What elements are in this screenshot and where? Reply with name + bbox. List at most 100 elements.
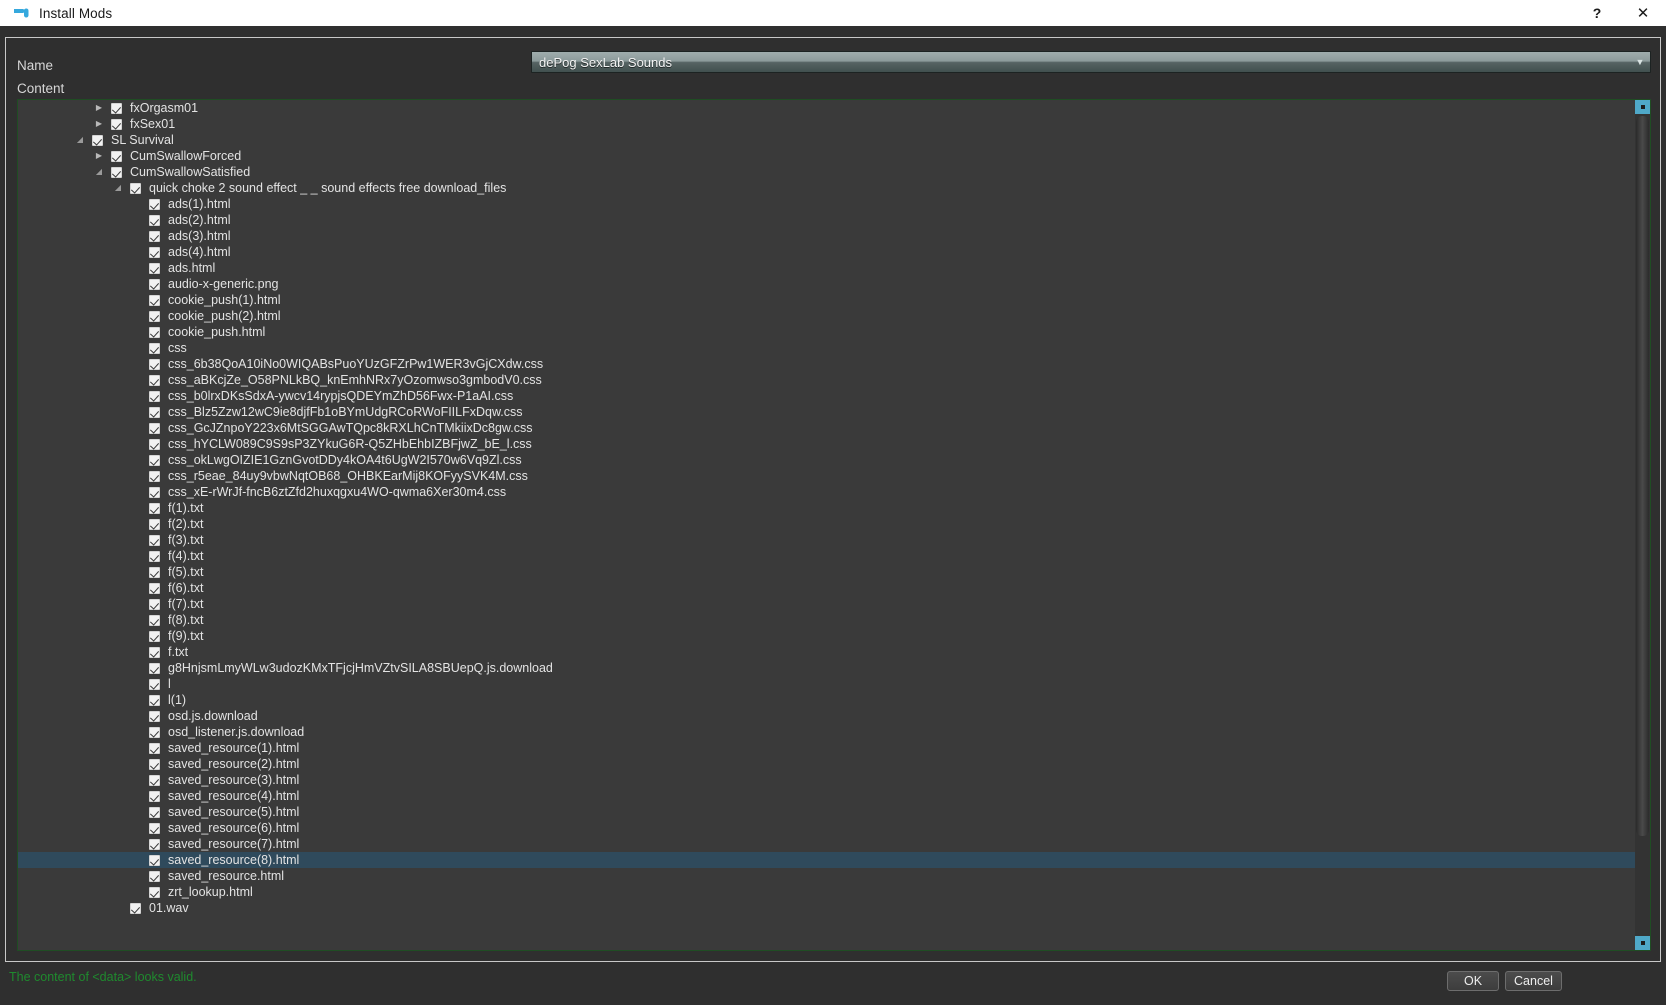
- tree-row[interactable]: cookie_push.html: [18, 324, 1637, 340]
- tree-row-checkbox[interactable]: [149, 758, 160, 770]
- name-combobox[interactable]: dePog SexLab Sounds ▼: [531, 51, 1651, 73]
- tree-row-checkbox[interactable]: [149, 374, 160, 386]
- tree-row-checkbox[interactable]: [149, 230, 160, 242]
- tree-row-checkbox[interactable]: [149, 278, 160, 290]
- tree-row-checkbox[interactable]: [149, 742, 160, 754]
- tree-row-checkbox[interactable]: [149, 438, 160, 450]
- expand-arrow-closed-icon[interactable]: ▶: [93, 116, 105, 132]
- tree-row[interactable]: ◢ CumSwallowSatisfied: [18, 164, 1637, 180]
- tree-row-checkbox[interactable]: [149, 534, 160, 546]
- tree-row-checkbox[interactable]: [149, 694, 160, 706]
- tree-row-checkbox[interactable]: [149, 710, 160, 722]
- tree-row-checkbox[interactable]: [149, 406, 160, 418]
- tree-row[interactable]: f(6).txt: [18, 580, 1637, 596]
- tree-row[interactable]: f(1).txt: [18, 500, 1637, 516]
- tree-row[interactable]: ▶ CumSwallowForced: [18, 148, 1637, 164]
- tree-row[interactable]: ads(3).html: [18, 228, 1637, 244]
- tree-row[interactable]: ads.html: [18, 260, 1637, 276]
- close-button[interactable]: ✕: [1620, 0, 1666, 26]
- tree-row-checkbox[interactable]: [149, 822, 160, 834]
- tree-row[interactable]: f(4).txt: [18, 548, 1637, 564]
- tree-row-checkbox[interactable]: [149, 790, 160, 802]
- tree-row-checkbox[interactable]: [149, 294, 160, 306]
- tree-row-checkbox[interactable]: [149, 518, 160, 530]
- tree-row[interactable]: saved_resource.html: [18, 868, 1637, 884]
- ok-button[interactable]: OK: [1447, 971, 1499, 991]
- tree-row-checkbox[interactable]: [149, 630, 160, 642]
- tree-row[interactable]: ads(1).html: [18, 196, 1637, 212]
- tree-row-checkbox[interactable]: [149, 326, 160, 338]
- tree-row-checkbox[interactable]: [111, 166, 122, 178]
- tree-row-checkbox[interactable]: [149, 502, 160, 514]
- expand-arrow-closed-icon[interactable]: ▶: [93, 148, 105, 164]
- tree-row[interactable]: cookie_push(1).html: [18, 292, 1637, 308]
- tree-row-checkbox[interactable]: [149, 310, 160, 322]
- tree-row[interactable]: css_GcJZnpoY223x6MtSGGAwTQpc8kRXLhCnTMki…: [18, 420, 1637, 436]
- tree-row[interactable]: osd.js.download: [18, 708, 1637, 724]
- expand-arrow-open-icon[interactable]: ◢: [112, 180, 124, 196]
- tree-row-checkbox[interactable]: [92, 134, 103, 146]
- tree-row[interactable]: ads(2).html: [18, 212, 1637, 228]
- tree-row-checkbox[interactable]: [149, 246, 160, 258]
- tree-row[interactable]: saved_resource(3).html: [18, 772, 1637, 788]
- tree-row-checkbox[interactable]: [149, 870, 160, 882]
- scroll-up-button[interactable]: [1635, 100, 1650, 114]
- tree-row[interactable]: f(8).txt: [18, 612, 1637, 628]
- tree-row[interactable]: f(7).txt: [18, 596, 1637, 612]
- tree-row-checkbox[interactable]: [149, 454, 160, 466]
- tree-row-checkbox[interactable]: [149, 854, 160, 866]
- tree-row-checkbox[interactable]: [149, 390, 160, 402]
- tree-row[interactable]: saved_resource(2).html: [18, 756, 1637, 772]
- tree-row[interactable]: css_aBKcjZe_O58PNLkBQ_knEmhNRx7yOzomwso3…: [18, 372, 1637, 388]
- tree-row[interactable]: saved_resource(1).html: [18, 740, 1637, 756]
- tree-row-checkbox[interactable]: [149, 598, 160, 610]
- tree-row[interactable]: f(3).txt: [18, 532, 1637, 548]
- tree-row[interactable]: osd_listener.js.download: [18, 724, 1637, 740]
- expand-arrow-closed-icon[interactable]: ▶: [93, 100, 105, 116]
- tree-row-checkbox[interactable]: [149, 678, 160, 690]
- tree-row-checkbox[interactable]: [149, 662, 160, 674]
- tree-row[interactable]: css: [18, 340, 1637, 356]
- tree-row[interactable]: css_6b38QoA10iNo0WIQABsPuoYUzGFZrPw1WER3…: [18, 356, 1637, 372]
- scrollbar-thumb[interactable]: [1636, 116, 1649, 836]
- scroll-down-button[interactable]: [1635, 936, 1650, 950]
- tree-row-checkbox[interactable]: [149, 486, 160, 498]
- tree-row-checkbox[interactable]: [149, 774, 160, 786]
- tree-row[interactable]: f(9).txt: [18, 628, 1637, 644]
- vertical-scrollbar[interactable]: [1635, 100, 1650, 950]
- tree-row-checkbox[interactable]: [111, 150, 122, 162]
- tree-row[interactable]: saved_resource(8).html: [18, 852, 1637, 868]
- tree-row[interactable]: css_okLwgOIZIE1GznGvotDDy4kOA4t6UgW2I570…: [18, 452, 1637, 468]
- tree-row[interactable]: l: [18, 676, 1637, 692]
- tree-row[interactable]: g8HnjsmLmyWLw3udozKMxTFjcjHmVZtvSILA8SBU…: [18, 660, 1637, 676]
- tree-row[interactable]: css_Blz5Zzw12wC9ie8djfFb1oBYmUdgRCoRWoFI…: [18, 404, 1637, 420]
- tree-row[interactable]: ◢ quick choke 2 sound effect _ _ sound ef…: [18, 180, 1637, 196]
- tree-row-checkbox[interactable]: [149, 806, 160, 818]
- tree-row[interactable]: saved_resource(5).html: [18, 804, 1637, 820]
- tree-row[interactable]: css_xE-rWrJf-fncB6ztZfd2huxqgxu4WO-qwma6…: [18, 484, 1637, 500]
- cancel-button[interactable]: Cancel: [1505, 971, 1562, 991]
- tree-row-checkbox[interactable]: [149, 342, 160, 354]
- tree-row-checkbox[interactable]: [149, 614, 160, 626]
- tree-row[interactable]: l(1): [18, 692, 1637, 708]
- tree-row-checkbox[interactable]: [149, 838, 160, 850]
- tree-row[interactable]: saved_resource(4).html: [18, 788, 1637, 804]
- expand-arrow-open-icon[interactable]: ◢: [93, 164, 105, 180]
- tree-row-checkbox[interactable]: [149, 262, 160, 274]
- tree-row[interactable]: ◢ SL Survival: [18, 132, 1637, 148]
- tree-row-checkbox[interactable]: [149, 214, 160, 226]
- help-button[interactable]: ?: [1574, 0, 1620, 26]
- tree-row-checkbox[interactable]: [111, 118, 122, 130]
- tree-row[interactable]: ▶ fxSex01: [18, 116, 1637, 132]
- tree-row[interactable]: 01.wav: [18, 900, 1637, 916]
- tree-row[interactable]: css_r5eae_84uy9vbwNqtOB68_OHBKEarMij8KOF…: [18, 468, 1637, 484]
- tree-row-checkbox[interactable]: [149, 358, 160, 370]
- tree-row[interactable]: css_b0lrxDKsSdxA-ywcv14rypjsQDEYmZhD56Fw…: [18, 388, 1637, 404]
- tree-row[interactable]: cookie_push(2).html: [18, 308, 1637, 324]
- tree-row[interactable]: css_hYCLW089C9S9sP3ZYkuG6R-Q5ZHbEhbIZBFj…: [18, 436, 1637, 452]
- tree-row-checkbox[interactable]: [130, 902, 141, 914]
- tree-row-checkbox[interactable]: [149, 886, 160, 898]
- expand-arrow-open-icon[interactable]: ◢: [74, 132, 86, 148]
- tree-row-checkbox[interactable]: [149, 726, 160, 738]
- tree-row[interactable]: ads(4).html: [18, 244, 1637, 260]
